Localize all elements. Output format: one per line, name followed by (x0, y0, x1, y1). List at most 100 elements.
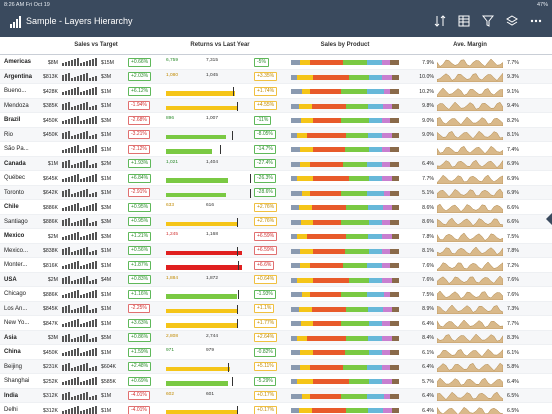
table-row[interactable]: Chile $886K $3M +0.95% 633 616 +2.76% 8.6% 6.6% (0, 200, 552, 215)
table-row[interactable]: Mexico $2M $3M +1.21% 1,245 1,168 +6.59% 7.8% 7.… (0, 229, 552, 244)
margin-area-sparkline (437, 333, 503, 343)
table-row[interactable]: Delhi $312K $1M -4.01% +0.17% 6.4% 6.5% (0, 403, 552, 414)
returns-current: 971 (166, 348, 175, 353)
table-row[interactable]: Mexico... $838K $1M +0.56% +6.59% 8.1% 7.8% (0, 243, 552, 258)
sales-variance-badge: +0.56% (128, 246, 152, 255)
sales-variance-badge: +1.16% (128, 289, 152, 299)
product-segment (381, 147, 391, 152)
margin-area-sparkline (437, 362, 503, 372)
row-label[interactable]: Bueno... (4, 88, 26, 94)
product-segment (366, 161, 382, 167)
product-segment (291, 89, 302, 94)
product-segment (346, 205, 368, 210)
row-label[interactable]: USA (4, 277, 17, 283)
header-ave-margin[interactable]: Ave. Margin (430, 42, 510, 48)
product-segment (381, 234, 393, 239)
sales-sparkbar-icon (62, 348, 97, 356)
table-row[interactable]: Asia $3M $5M +0.86% 2,808 2,744 +2.64% 8.4% 8.3% (0, 330, 552, 345)
product-segment (291, 321, 301, 326)
returns-variance-badge: +0.17% (254, 405, 278, 414)
table-row[interactable]: Mendoza $385K $1M -1.94% +4.55% 9.8% 9.4% (0, 98, 552, 113)
row-label[interactable]: Mexico (4, 233, 24, 239)
table-row[interactable]: São Pa... $1M -2.12% -14.7% 7.4% (0, 142, 552, 157)
sales-sparkbar-icon (62, 101, 97, 110)
layers-icon[interactable] (506, 15, 518, 27)
more-icon[interactable] (530, 15, 542, 27)
filter-icon[interactable] (482, 15, 494, 27)
returns-bar (166, 221, 239, 226)
row-label[interactable]: Argentina (4, 74, 32, 80)
side-handle-icon[interactable] (546, 213, 552, 225)
table-row[interactable]: India $312K $1M -4.01% 602 601 +0.17% 6.4% 6.5% (0, 388, 552, 403)
data-grid[interactable]: Americas $8M $15M +0.66% 6,759 7,315 -5% 7.9% 7.… (0, 55, 552, 414)
table-row[interactable]: Beijing $231K $604K +2.48% +5.11% 6.4% 5.8% (0, 359, 552, 374)
table-row[interactable]: Rio $450K $1M -3.21% -8.05% 9.0% 8.1% (0, 127, 552, 142)
returns-target-tick (236, 101, 238, 111)
row-label[interactable]: Mendoza (4, 103, 29, 109)
table-row[interactable]: New Yo... $847K $1M +3.63% +1.77% 6.4% 7.7% (0, 316, 552, 331)
row-label[interactable]: Beijing (4, 364, 22, 370)
row-label[interactable]: India (4, 393, 18, 399)
table-row[interactable]: Toronto $642K $1M -2.91% -28.6% 5.1% 6.9% (0, 185, 552, 200)
table-row[interactable]: USA $2M $4M +0.83% 1,884 1,872 +0.64% 7.6% 7.6% (0, 272, 552, 287)
table-row[interactable]: Brazil $450K $3M -2.68% 896 1,007 -11% 9.0% 8.2% (0, 113, 552, 128)
row-label[interactable]: Monter... (4, 262, 27, 268)
table-view-icon[interactable] (458, 15, 470, 27)
row-label[interactable]: Rio (4, 132, 13, 138)
row-label[interactable]: Los An... (4, 306, 27, 312)
target-value: $2M (101, 161, 112, 167)
sales-value: $813K (42, 74, 58, 80)
row-label[interactable]: Canada (4, 161, 26, 167)
table-row[interactable]: Santiago $886K $3M +0.95% +2.76% 8.6% 6.6% (0, 214, 552, 229)
row-label[interactable]: Brazil (4, 117, 20, 123)
product-segment (297, 379, 313, 384)
table-row[interactable]: Americas $8M $15M +0.66% 6,759 7,315 -5% 7.9% 7.… (0, 55, 552, 70)
header-sales-by-product[interactable]: Sales by Product (305, 42, 385, 48)
table-row[interactable]: Canada $1M $2M +1.93% 1,021 1,404 -27.4% 6.4% 6.… (0, 156, 552, 171)
returns-variance-badge: +2.76% (254, 202, 278, 212)
row-label[interactable]: Americas (4, 59, 31, 65)
product-segment (392, 277, 399, 283)
table-row[interactable]: Shanghai $252K $585K +0.69% -5.29% 5.7% 6.4% (0, 374, 552, 389)
product-segment (390, 248, 399, 254)
sales-value: $428K (42, 88, 58, 95)
table-row[interactable]: Argentina $813K $3M +2.03% 1,080 1,045 +3.35% 1… (0, 69, 552, 84)
table-row[interactable]: Los An... $845K $1M -2.25% +1.1% 8.9% 7.3% (0, 301, 552, 316)
product-segment (349, 379, 369, 384)
table-row[interactable]: China $450K $1M +1.59% 971 979 -0.82% 6.1% 6.1% (0, 345, 552, 360)
row-label[interactable]: Chicago (4, 291, 26, 297)
product-segment (291, 248, 300, 254)
returns-variance-badge: -1.93% (254, 289, 276, 299)
row-label[interactable]: New Yo... (4, 320, 29, 326)
margin-average: 6.6% (507, 219, 519, 225)
sales-sparkbar-icon (62, 290, 97, 298)
product-segment (366, 292, 384, 297)
product-segment (346, 234, 368, 239)
row-label[interactable]: Mexico... (4, 248, 28, 254)
product-segment (392, 306, 399, 312)
header-sales-vs-target[interactable]: Sales vs Target (60, 42, 132, 48)
table-row[interactable]: Québec $645K $1M +6.84% -26.3% 7.7% 6.9% (0, 171, 552, 186)
margin-area-sparkline (437, 217, 503, 227)
sort-icon[interactable] (434, 15, 446, 27)
product-segment (381, 364, 391, 370)
row-label[interactable]: Asia (4, 335, 17, 341)
sales-sparkbar-icon (62, 406, 97, 414)
row-label[interactable]: Chile (4, 204, 19, 210)
product-segment (346, 132, 368, 138)
product-segment (340, 190, 367, 196)
table-row[interactable]: Chicago $886K $1M +1.16% -1.93% 7.5% 7.6% (0, 287, 552, 302)
row-label[interactable]: China (4, 349, 21, 355)
header-returns-vs-last-year[interactable]: Returns vs Last Year (180, 42, 260, 48)
sales-value: $642K (42, 190, 58, 196)
row-label[interactable]: Québec (4, 175, 25, 181)
row-label[interactable]: São Pa... (4, 146, 29, 152)
table-row[interactable]: Monter... $816K $1M +1.87% +6.6% 7.6% 7.2% (0, 258, 552, 273)
row-label[interactable]: Delhi (4, 407, 18, 413)
row-label[interactable]: Shanghai (4, 378, 29, 384)
row-label[interactable]: Toronto (4, 190, 24, 196)
row-label[interactable]: Santiago (4, 219, 28, 225)
table-row[interactable]: Bueno... $428K $1M +6.12% +1.74% 10.2% 9.1% (0, 84, 552, 99)
returns-last-year: 979 (206, 348, 215, 353)
returns-last-year: 1,168 (206, 232, 219, 237)
